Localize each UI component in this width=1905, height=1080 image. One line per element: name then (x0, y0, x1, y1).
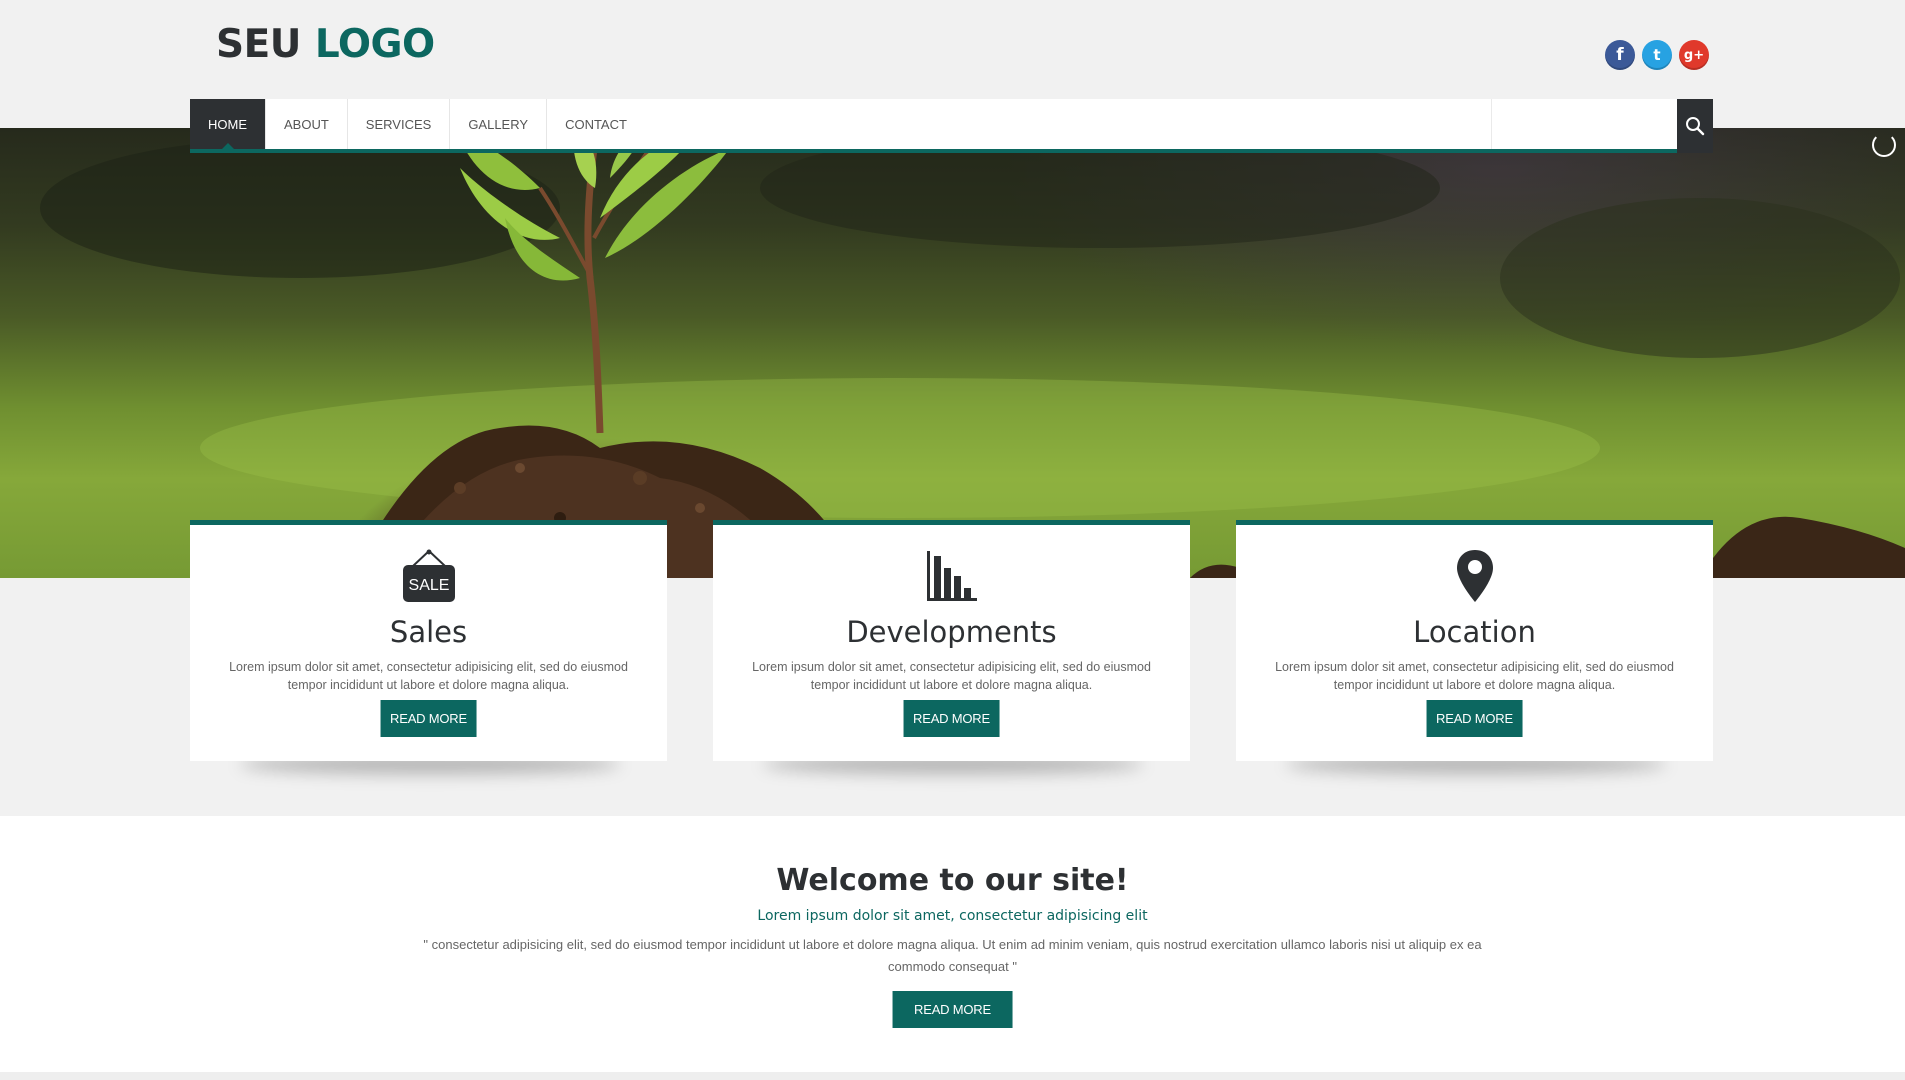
nav-item-gallery[interactable]: GALLERY (450, 99, 548, 149)
bar-chart-icon (924, 548, 980, 609)
read-more-button[interactable]: READ MORE (1426, 700, 1523, 737)
welcome-subheading: Lorem ipsum dolor sit amet, consectetur … (757, 908, 1148, 924)
read-more-button[interactable]: READ MORE (380, 700, 477, 737)
search-input[interactable] (1491, 99, 1677, 149)
facebook-icon[interactable]: f (1605, 40, 1635, 70)
welcome-section: Welcome to our site! Lorem ipsum dolor s… (0, 816, 1905, 1072)
sale-tag-text: SALE (408, 577, 449, 594)
twitter-icon[interactable]: t (1642, 40, 1672, 70)
read-more-button[interactable]: READ MORE (903, 700, 1000, 737)
sale-tag-icon: SALE (401, 548, 457, 609)
search-button[interactable] (1677, 99, 1713, 153)
card-sales: SALE Sales Lorem ipsum dolor sit amet, c… (190, 520, 667, 761)
social-links: f t g+ (1605, 40, 1709, 70)
card-text: Lorem ipsum dolor sit amet, consectetur … (229, 660, 628, 692)
site-logo[interactable]: SEU LOGO (216, 22, 435, 67)
main-navigation: HOME ABOUT SERVICES GALLERY CONTACT (190, 99, 1713, 153)
card-title: Location (1413, 615, 1536, 649)
welcome-heading: Welcome to our site! (776, 863, 1129, 898)
nav-item-services[interactable]: SERVICES (348, 99, 451, 149)
card-title: Sales (389, 615, 468, 649)
hero-banner (0, 128, 1905, 578)
logo-part-1: SEU (216, 22, 301, 67)
nav-item-contact[interactable]: CONTACT (547, 99, 645, 149)
logo-part-2: LOGO (314, 22, 435, 67)
card-location: Location Lorem ipsum dolor sit amet, con… (1236, 520, 1713, 761)
nav-item-about[interactable]: ABOUT (266, 99, 348, 149)
welcome-read-more-button[interactable]: READ MORE (892, 991, 1013, 1028)
google-plus-icon[interactable]: g+ (1679, 40, 1709, 70)
welcome-quote: " consectetur adipisicing elit, sed do e… (423, 937, 1482, 974)
loading-spinner-icon (1872, 133, 1896, 157)
search-icon (1686, 117, 1705, 136)
card-text: Lorem ipsum dolor sit amet, consectetur … (1275, 660, 1674, 692)
footer-strip (0, 1072, 1905, 1080)
map-pin-icon (1447, 548, 1503, 609)
card-title: Developments (846, 615, 1057, 649)
card-developments: Developments Lorem ipsum dolor sit amet,… (713, 520, 1190, 761)
card-text: Lorem ipsum dolor sit amet, consectetur … (752, 660, 1151, 692)
plant-sprout-image (40, 128, 1905, 578)
nav-item-home[interactable]: HOME (190, 99, 266, 149)
